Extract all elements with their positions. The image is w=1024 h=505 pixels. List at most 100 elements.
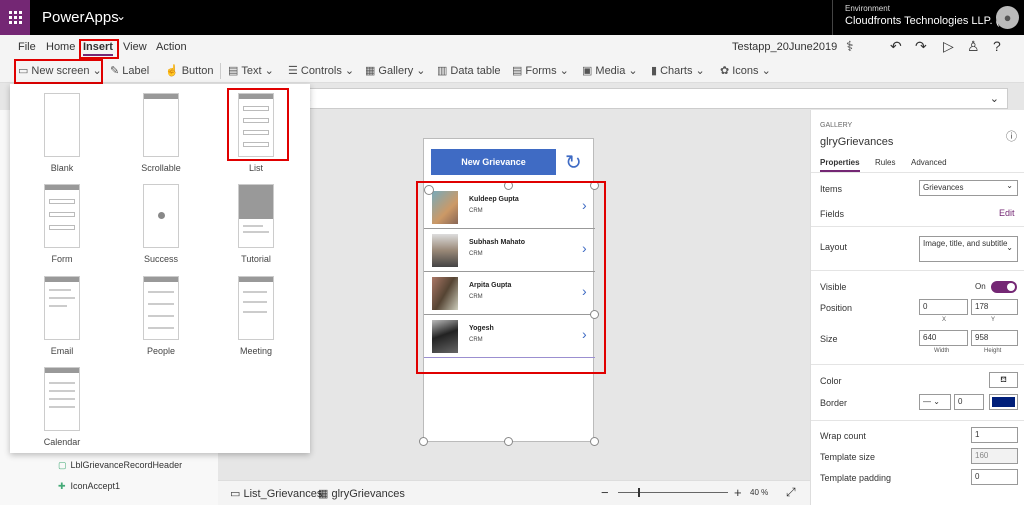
template-people[interactable]: People [121,276,201,356]
control-breadcrumb[interactable]: ▦ glryGrievances [318,487,405,500]
form-thumbnail [44,184,80,248]
template-padding-label: Template padding [820,473,892,483]
success-thumbnail [143,184,179,248]
fields-label: Fields [820,209,845,219]
template-scrollable[interactable]: Scrollable [121,93,201,173]
app-name[interactable]: PowerApps [42,9,119,26]
template-size-label: Template size [820,452,876,462]
height-input[interactable]: 958 [971,330,1018,346]
layout-dropdown[interactable]: Image, title, and subtitle ⌄ [919,236,1018,262]
zoom-out-icon[interactable]: − [601,485,609,500]
tab-rules[interactable]: Rules [875,158,895,167]
label-button[interactable]: ✎ Label [110,64,149,77]
screen-name: List_Grievances [243,488,323,500]
button-icon: ☝ [165,65,179,77]
help-icon[interactable]: ? [993,38,1001,54]
template-blank[interactable]: Blank [22,93,102,173]
resize-handle[interactable] [419,437,428,446]
menu-bar: File Home Insert View Action Testapp_20J… [0,35,1024,59]
charts-icon: ▮ [651,65,658,77]
icons-label: Icons [732,65,759,77]
highlight-insert [79,39,119,59]
formula-bar[interactable]: s ⌄ [218,88,1008,109]
fit-to-window-icon[interactable]: ⤢ [786,485,796,500]
gallery-icon: ▦ [365,65,376,77]
position-x-input[interactable]: 0 [919,299,968,315]
fields-edit-link[interactable]: Edit [999,208,1015,218]
items-label: Items [820,184,843,194]
visible-state: On [975,282,986,291]
text-menu[interactable]: ▤ Text ⌄ [228,64,274,77]
menu-view[interactable]: View [123,41,147,53]
button-button[interactable]: ☝ Button [165,64,214,77]
zoom-in-icon[interactable]: + [734,485,742,500]
label-control-icon: ▢ [58,460,67,470]
share-user-icon[interactable]: ♙ [967,38,980,55]
divider [811,270,1024,271]
charts-menu[interactable]: ▮ Charts ⌄ [651,64,705,77]
template-email[interactable]: Email [22,276,102,356]
tree-item[interactable]: ▢ LblGrievanceRecordHeader [58,460,182,471]
width-caption: Width [934,348,950,354]
fill-color-picker[interactable]: ⛾ [989,372,1018,388]
new-grievance-button[interactable]: New Grievance [431,149,556,175]
menu-action[interactable]: Action [156,41,187,53]
template-label: Email [50,346,74,356]
zoom-slider-thumb[interactable] [638,488,640,497]
resize-handle[interactable] [504,437,513,446]
forms-icon: ▤ [512,65,523,77]
tree-item[interactable]: ✚ IconAccept1 [58,481,120,492]
screen-breadcrumb[interactable]: ▭ List_Grievances [230,487,322,500]
tab-advanced[interactable]: Advanced [911,158,947,167]
user-avatar-icon[interactable]: ● [996,6,1019,29]
zoom-slider[interactable] [618,492,728,493]
refresh-icon[interactable]: ↻ [565,150,582,175]
template-success[interactable]: Success [121,184,201,264]
wrap-count-label: Wrap count [820,431,866,441]
text-label: Text [241,65,262,77]
chevron-down-icon[interactable]: ⌄ [990,92,999,105]
forms-label: Forms [525,65,557,77]
position-y-input[interactable]: 178 [971,299,1018,315]
redo-icon[interactable]: ↷ [915,38,927,55]
icons-menu[interactable]: ✿ Icons ⌄ [720,64,771,77]
gallery-menu[interactable]: ▦ Gallery ⌄ [365,64,426,77]
template-calendar[interactable]: Calendar [22,367,102,447]
app-launcher-icon[interactable] [0,0,30,35]
app-checker-icon[interactable]: ⚕ [846,38,854,55]
template-form[interactable]: Form [22,184,102,264]
resize-handle[interactable] [590,437,599,446]
template-label: List [248,163,263,173]
items-dropdown[interactable]: Grievances ⌄ [919,180,1018,196]
template-label: Blank [50,163,74,173]
play-icon[interactable]: ▷ [943,38,954,55]
chevron-down-icon[interactable]: ⌄ [116,9,126,23]
menu-home[interactable]: Home [46,41,75,53]
controls-menu[interactable]: ☰ Controls ⌄ [288,64,354,77]
data-table-button[interactable]: ▥ Data table [437,64,501,77]
border-color-picker[interactable] [989,394,1018,410]
template-meeting[interactable]: Meeting [216,276,296,356]
label-icon: ✎ [110,65,120,77]
visible-toggle[interactable] [991,281,1017,293]
template-padding-input[interactable]: 0 [971,469,1018,485]
border-width-input[interactable]: 0 [954,394,984,410]
highlight-new-screen [14,59,103,84]
undo-icon[interactable]: ↶ [890,38,902,55]
template-label: Success [143,254,178,264]
wrap-count-input[interactable]: 1 [971,427,1018,443]
charts-label: Charts [660,65,693,77]
help-icon[interactable]: ⓘ [1006,128,1017,144]
template-tutorial[interactable]: Tutorial [216,184,296,264]
forms-menu[interactable]: ▤ Forms ⌄ [512,64,569,77]
media-menu[interactable]: ▣ Media ⌄ [582,64,638,77]
template-size-input[interactable]: 160 [971,448,1018,464]
tab-properties[interactable]: Properties [820,158,860,172]
menu-file[interactable]: File [18,41,36,53]
blank-thumbnail [44,93,80,157]
meeting-thumbnail [238,276,274,340]
width-input[interactable]: 640 [919,330,968,346]
label-text: Label [122,65,150,77]
border-style-dropdown[interactable]: — ⌄ [919,394,951,410]
environment-picker[interactable]: Environment Cloudfronts Technologies LLP… [832,0,1008,35]
